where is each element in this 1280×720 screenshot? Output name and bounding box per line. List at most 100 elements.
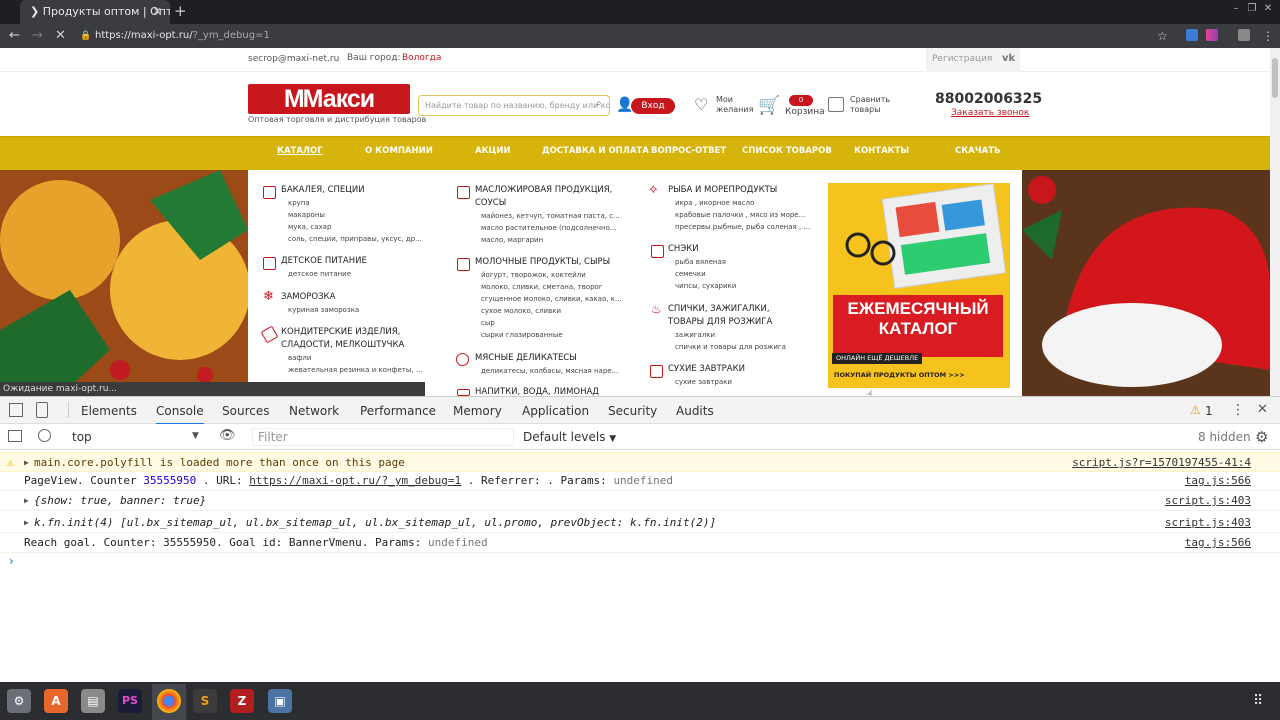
tab-audits[interactable]: Audits [676,404,714,418]
category-fish[interactable]: РЫБА И МОРЕПРОДУКТЫ [668,184,818,197]
nav-product-list[interactable]: СПИСОК ТОВАРОВ [742,146,832,156]
subcategory-link[interactable]: сухое молоко, сливки [481,305,561,317]
source-link[interactable]: script.js:403 [1165,513,1251,533]
console-row-warning[interactable]: ⚠ ▶ main.core.polyfill is loaded more th… [0,452,1280,472]
tab-sources[interactable]: Sources [222,404,269,418]
close-window-icon[interactable]: ✕ [1262,3,1274,15]
register-link[interactable]: Регистрация [932,54,992,64]
extension-icon[interactable] [1186,29,1198,41]
callback-link[interactable]: Заказать звонок [951,108,1029,118]
tab-memory[interactable]: Memory [453,404,502,418]
city-selector[interactable]: Вологда [402,53,441,63]
forward-icon[interactable]: → [32,24,43,48]
search-input[interactable]: Найдите товар по названию, бренду или ко… [418,95,610,116]
vk-icon[interactable]: vk [1002,53,1015,64]
settings-gear-icon[interactable]: ⚙ [1255,428,1268,446]
cart-link[interactable]: Корзина [785,107,825,117]
wishlist-link[interactable]: Мои желания [716,95,756,115]
console-input[interactable] [22,554,1262,572]
category-matches[interactable]: СПИЧКИ, ЗАЖИГАЛКИ, ТОВАРЫ ДЛЯ РОЗЖИГА [668,303,808,329]
category-drinks[interactable]: НАПИТКИ, ВОДА, ЛИМОНАД [475,387,625,396]
software-center-icon[interactable]: A [44,689,68,713]
subcategory-link[interactable]: майонез, кетчуп, томатная паста, с... [481,210,620,222]
tab-elements[interactable]: Elements [81,404,137,418]
restore-icon[interactable]: ❐ [1246,3,1258,15]
page-scrollbar-thumb[interactable] [1272,58,1278,98]
category-meat[interactable]: МЯСНЫЕ ДЕЛИКАТЕСЫ [475,352,625,365]
eye-icon[interactable]: 👁 [219,428,236,443]
console-prompt-icon[interactable]: › [9,554,14,568]
subcategory-link[interactable]: соль, специи, приправы, уксус, др... [288,233,422,245]
browser-tab[interactable]: ❯ Продукты оптом | Опто ✕ [20,0,170,24]
login-button[interactable]: Вход [631,98,675,114]
device-toolbar-icon[interactable] [36,402,48,418]
chrome-icon[interactable] [157,689,181,713]
settings-app-icon[interactable]: ⚙ [7,689,31,713]
subcategory-link[interactable]: мука, сахар [288,221,331,233]
subcategory-link[interactable]: йогурт, творожок, коктейли [481,269,586,281]
subcategory-link[interactable]: молоко, сливки, сметана, творог [481,281,603,293]
subcategory-link[interactable]: чипсы, сухарики [675,280,736,292]
tab-network[interactable]: Network [289,404,339,418]
app-grid-icon[interactable]: ⠿ [1253,693,1263,709]
tab-security[interactable]: Security [608,404,657,418]
cart-icon[interactable]: 🛒 [758,95,780,116]
filter-input[interactable]: Filter [252,428,514,446]
console-row-object[interactable]: ▶ {show: true, banner: true} script.js:4… [0,491,1280,511]
source-link[interactable]: tag.js:566 [1185,533,1251,553]
page-scrollbar[interactable] [1270,48,1280,396]
subcategory-link[interactable]: масло растительное (подсолнечно... [481,222,617,234]
stop-icon[interactable]: ✕ [55,24,66,48]
devtools-close-icon[interactable]: ✕ [1257,402,1268,417]
category-baby-food[interactable]: ДЕТСКОЕ ПИТАНИЕ [281,255,441,268]
subcategory-link[interactable]: куриная заморозка [288,304,359,316]
subcategory-link[interactable]: сгущенное молоко, сливки, какао, к... [481,293,622,305]
menu-dots-icon[interactable]: ⋮ [1262,24,1274,48]
warning-count[interactable]: 1 [1205,404,1213,418]
subcategory-link[interactable]: икра , икорное масло [675,197,754,209]
devtools-menu-icon[interactable]: ⋮ [1231,402,1245,418]
nav-sales[interactable]: АКЦИИ [475,146,511,156]
subcategory-link[interactable]: рыба вяленая [675,256,726,268]
tab-console[interactable]: Console [156,404,204,425]
expand-triangle-icon[interactable]: ▶ [24,513,29,533]
category-confectionery[interactable]: КОНДИТЕРСКИЕ ИЗДЕЛИЯ, СЛАДОСТИ, МЕЛКОШТУ… [281,326,421,352]
subcategory-link[interactable]: вафли [288,352,311,364]
subcategory-link[interactable]: крупа [288,197,310,209]
expand-triangle-icon[interactable]: ▶ [24,491,29,511]
subcategory-link[interactable]: деликатесы, колбасы, мясная наре... [481,365,618,377]
tab-application[interactable]: Application [522,404,589,418]
category-frozen[interactable]: ЗАМОРОЗКА [281,291,441,304]
screenshot-app-icon[interactable]: ▣ [268,689,292,713]
source-link[interactable]: script.js:403 [1165,491,1251,511]
console-row-object[interactable]: ▶ k.fn.init(4) [ul.bx_sitemap_ul, ul.bx_… [0,513,1280,533]
new-tab-button[interactable]: + [174,0,187,22]
tab-performance[interactable]: Performance [360,404,436,418]
promo-link[interactable]: ПОКУПАЙ ПРОДУКТЫ ОПТОМ >>> [834,371,965,379]
compare-icon[interactable] [828,97,844,112]
nav-contacts[interactable]: КОНТАКТЫ [854,146,909,156]
phpstorm-icon[interactable]: PS [118,689,142,713]
subcategory-link[interactable]: спички и товары для розжига [675,341,786,353]
search-icon[interactable]: ⌕ [596,98,602,109]
source-link[interactable]: script.js?r=1570197455-41:4 [1072,453,1251,473]
nav-delivery[interactable]: ДОСТАВКА И ОПЛАТА [542,146,649,156]
category-breakfast[interactable]: СУХИЕ ЗАВТРАКИ [668,363,818,376]
minimize-icon[interactable]: – [1230,3,1242,15]
sublime-text-icon[interactable]: S [193,689,217,713]
star-icon[interactable]: ☆ [1157,24,1168,48]
log-levels-dropdown[interactable]: Default levels ▼ [523,430,616,444]
source-link[interactable]: tag.js:566 [1185,471,1251,491]
context-selector[interactable]: top [72,430,92,444]
subcategory-link[interactable]: сырки глазированные [481,329,563,341]
phone-number[interactable]: 88002006325 [935,91,1042,107]
nav-faq[interactable]: ВОПРОС-ОТВЕТ [651,146,726,156]
subcategory-link[interactable]: семечки [675,268,706,280]
back-icon[interactable]: ← [9,24,20,48]
site-logo[interactable]: MМакси [248,84,410,114]
sidebar-toggle-icon[interactable] [8,430,22,442]
inspect-icon[interactable] [9,403,23,417]
url-field[interactable]: https://maxi-opt.ru/?_ym_debug=1 [95,28,1175,44]
subcategory-link[interactable]: детское питание [288,268,351,280]
subcategory-link[interactable]: жевательная резинка и конфеты, ... [288,364,423,376]
